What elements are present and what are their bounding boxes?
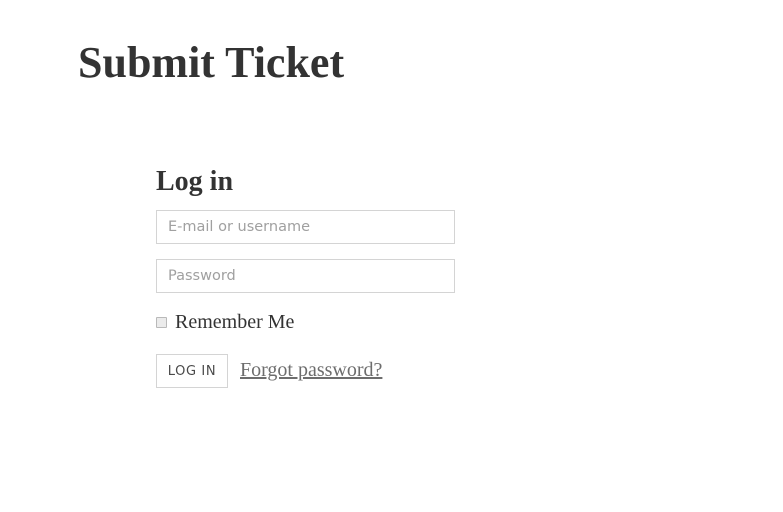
login-heading: Log in (156, 166, 234, 197)
remember-me-row[interactable]: Remember Me (156, 311, 294, 333)
forgot-password-link[interactable]: Forgot password? (240, 359, 382, 381)
login-password-placeholder: Password (168, 268, 236, 284)
login-username-placeholder: E-mail or username (168, 219, 311, 235)
remember-me-checkbox[interactable] (156, 316, 167, 328)
login-username-input[interactable]: E-mail or username (156, 210, 455, 244)
remember-me-label: Remember Me (175, 311, 295, 333)
login-password-input[interactable]: Password (156, 259, 455, 293)
log-in-button[interactable]: LOG IN (156, 354, 228, 388)
auth-forms: Log in E-mail or username Password Remem… (0, 0, 783, 512)
